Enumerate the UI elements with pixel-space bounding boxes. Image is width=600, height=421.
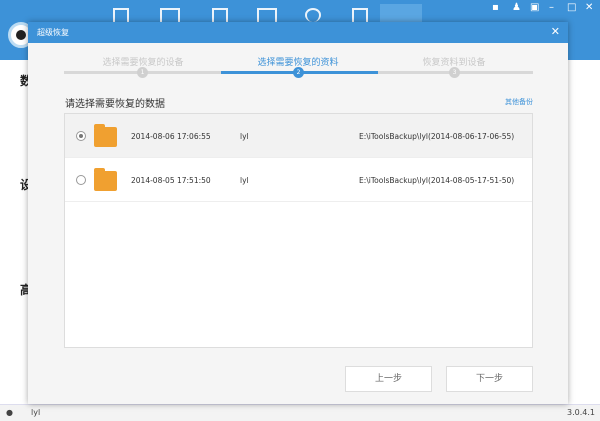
next-step-button[interactable]: 下一步 xyxy=(446,366,533,392)
apple-icon: ● xyxy=(6,408,13,417)
backup-folder-icon xyxy=(94,124,117,147)
nav-apps-icon[interactable] xyxy=(160,8,180,22)
version-label: 3.0.4.1 xyxy=(567,408,595,417)
close-dialog-icon[interactable]: ✕ xyxy=(551,25,560,38)
prev-step-button[interactable]: 上一步 xyxy=(345,366,432,392)
super-restore-dialog: 超级恢复 ✕ 选择需要恢复的设备 选择需要恢复的资料 恢复资料到设备 1 2 3… xyxy=(28,22,568,404)
step-1-dot: 1 xyxy=(137,67,148,78)
dialog-title: 超级恢复 xyxy=(37,28,69,37)
dialog-titlebar: 超级恢复 ✕ xyxy=(28,22,568,43)
step-2-dot: 2 xyxy=(293,67,304,78)
nav-music-icon[interactable] xyxy=(212,8,228,22)
backup-radio[interactable] xyxy=(76,175,86,185)
backup-date: 2014-08-06 17:06:55 xyxy=(131,132,211,141)
nav-device-icon[interactable] xyxy=(113,8,129,22)
feedback-icon[interactable]: ▪ xyxy=(492,2,499,13)
nav-video-icon[interactable] xyxy=(305,8,321,22)
nav-photos-icon[interactable] xyxy=(257,8,277,22)
backup-date: 2014-08-05 17:51:50 xyxy=(131,176,211,185)
status-user: lyl xyxy=(31,408,41,417)
status-bar: ● lyl 3.0.4.1 xyxy=(0,404,600,421)
backup-radio[interactable] xyxy=(76,131,86,141)
close-window-icon[interactable]: ✕ xyxy=(585,2,593,13)
backup-user: lyl xyxy=(240,132,249,141)
backup-row[interactable]: 2014-08-06 17:06:55 lyl E:\iToolsBackup\… xyxy=(65,114,532,158)
settings-icon[interactable]: ▣ xyxy=(530,2,539,13)
other-backup-link[interactable]: 其他备份 xyxy=(505,97,533,107)
backup-row[interactable]: 2014-08-05 17:51:50 lyl E:\iToolsBackup\… xyxy=(65,158,532,202)
backup-list: 2014-08-06 17:06:55 lyl E:\iToolsBackup\… xyxy=(64,113,533,348)
nav-books-icon[interactable] xyxy=(352,8,368,22)
minimize-icon[interactable]: – xyxy=(549,2,554,13)
backup-path: E:\iToolsBackup\lyl(2014-08-05-17-51-50) xyxy=(359,176,515,185)
step-3-dot: 3 xyxy=(449,67,460,78)
select-prompt: 请选择需要恢复的数据 xyxy=(65,99,165,110)
skin-icon[interactable]: ♟ xyxy=(512,2,521,13)
backup-path: E:\iToolsBackup\lyl(2014-08-06-17-06-55) xyxy=(359,132,515,141)
maximize-icon[interactable]: □ xyxy=(567,2,576,13)
backup-folder-icon xyxy=(94,168,117,191)
nav-tools-selected[interactable] xyxy=(380,4,422,24)
backup-user: lyl xyxy=(240,176,249,185)
